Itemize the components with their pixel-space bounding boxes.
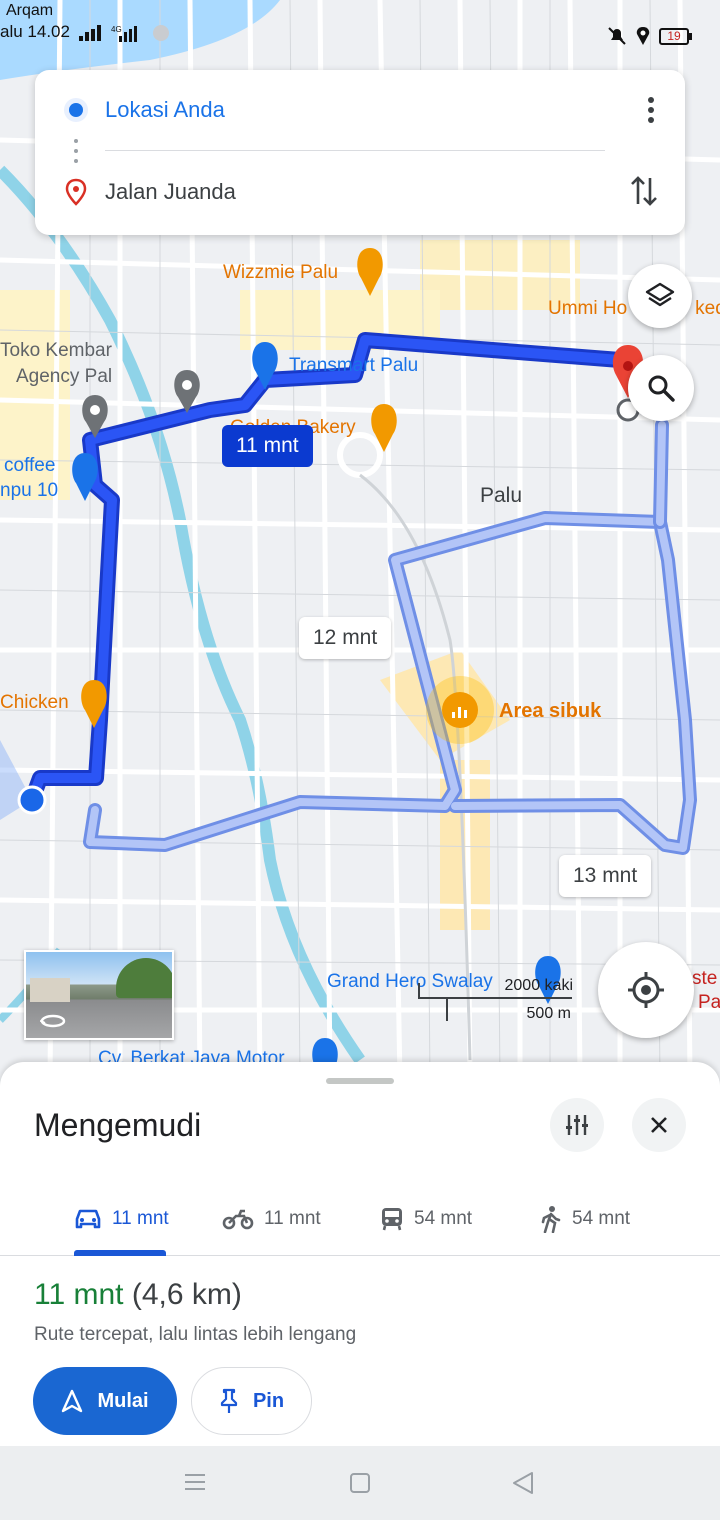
city-label-palu: Palu (480, 484, 523, 507)
more-options-icon[interactable] (647, 96, 655, 124)
travel-mode-tabs: 11 mnt 11 mnt 54 mnt 54 mnt (0, 1182, 720, 1256)
car-icon (75, 1209, 101, 1229)
crosshair-icon (628, 972, 664, 1008)
tab-motorcycle[interactable]: 11 mnt (222, 1182, 321, 1256)
tab-motorcycle-label: 11 mnt (264, 1208, 321, 1229)
home-icon[interactable] (349, 1472, 371, 1494)
destination-row[interactable]: Jalan Juanda (35, 162, 685, 222)
signal-icon (78, 24, 101, 41)
summary-distance: (4,6 km) (131, 1278, 242, 1311)
pin-button[interactable]: Pin (191, 1367, 312, 1435)
menu-icon[interactable] (184, 1472, 206, 1492)
svg-text:4G: 4G (111, 25, 122, 34)
my-location-button[interactable] (598, 942, 694, 1038)
tune-icon (566, 1115, 588, 1135)
battery-icon: 19 (659, 27, 692, 45)
pin-button-label: Pin (252, 1389, 285, 1412)
status-bar: Arqam alu 14.02 4G 19 (0, 0, 720, 70)
close-button[interactable] (632, 1098, 686, 1152)
poi-toko-kembar-line2[interactable]: Agency Pal (16, 366, 112, 388)
poi-transmart[interactable]: Transmart Palu (289, 355, 418, 377)
start-button[interactable]: Mulai (33, 1367, 177, 1435)
route-time-alt-2[interactable]: 13 mnt (559, 855, 652, 897)
navigation-arrow-icon (62, 1389, 83, 1413)
destination-input[interactable]: Jalan Juanda (105, 179, 236, 205)
tab-walking-label: 54 mnt (572, 1208, 631, 1229)
swap-icon[interactable] (629, 174, 659, 208)
pin-icon (220, 1388, 238, 1413)
active-tab-indicator (74, 1250, 166, 1256)
poi-chicken[interactable]: Chicken (0, 692, 69, 714)
map-scale: 2000 kaki 500 m (418, 973, 573, 1023)
search-along-route-button[interactable] (628, 355, 694, 421)
tab-walking[interactable]: 54 mnt (540, 1182, 630, 1256)
start-button-label: Mulai (97, 1389, 149, 1412)
route-options-button[interactable] (550, 1098, 604, 1152)
tab-transit-label: 54 mnt (414, 1208, 473, 1229)
rotate-360-icon (40, 1014, 66, 1028)
summary-description: Rute tercepat, lalu lintas lebih lengang (34, 1324, 357, 1345)
status-carrier: Arqam (6, 2, 54, 19)
poi-npu[interactable]: npu 10 (0, 480, 58, 502)
destination-pin-icon (65, 178, 87, 206)
poi-right-red-2[interactable]: Pa (698, 992, 720, 1014)
poi-right-red-1[interactable]: ste (692, 968, 717, 990)
back-icon[interactable] (512, 1471, 534, 1495)
sync-icon (153, 24, 170, 41)
motorcycle-icon (222, 1209, 254, 1230)
input-divider (105, 150, 605, 151)
sheet-title: Mengemudi (34, 1107, 202, 1143)
battery-level: 19 (659, 27, 689, 45)
poi-coffee[interactable]: coffee (4, 455, 55, 477)
status-right: 19 (607, 26, 692, 46)
walk-icon (541, 1206, 561, 1233)
directions-sheet: Mengemudi 11 mnt 11 mnt 54 mnt 54 mnt 11… (0, 1062, 720, 1446)
status-left: alu 14.02 4G (0, 22, 170, 42)
busy-area-label[interactable]: Area sibuk (499, 700, 601, 723)
4g-signal-icon: 4G (111, 25, 138, 42)
tab-driving[interactable]: 11 mnt (74, 1182, 169, 1256)
location-icon (636, 27, 650, 45)
origin-input[interactable]: Lokasi Anda (105, 97, 225, 123)
mute-icon (608, 27, 626, 45)
layers-button[interactable] (628, 264, 692, 328)
poi-toko-kembar-line1[interactable]: Toko Kembar (0, 340, 112, 362)
street-view-thumbnail[interactable] (24, 950, 174, 1040)
search-icon (648, 375, 675, 402)
scale-metric: 500 m (526, 1005, 571, 1022)
transit-icon (382, 1208, 402, 1231)
status-time: alu 14.02 (0, 22, 70, 41)
route-summary: 11 mnt (4,6 km) (34, 1278, 242, 1312)
route-time-alt-1[interactable]: 12 mnt (299, 617, 392, 659)
origin-dot-icon (64, 98, 88, 122)
directions-card: Lokasi Anda Jalan Juanda (35, 70, 685, 235)
tab-driving-label: 11 mnt (112, 1208, 169, 1229)
close-icon (651, 1117, 667, 1133)
route-time-main[interactable]: 11 mnt (222, 425, 313, 467)
system-nav-bar (0, 1446, 720, 1520)
sheet-drag-handle[interactable] (326, 1078, 394, 1084)
origin-row[interactable]: Lokasi Anda (35, 80, 685, 140)
summary-time: 11 mnt (34, 1278, 124, 1311)
layers-icon (645, 282, 675, 307)
poi-wizzmie[interactable]: Wizzmie Palu (223, 262, 338, 284)
tab-transit[interactable]: 54 mnt (380, 1182, 472, 1256)
scale-imperial: 2000 kaki (504, 977, 574, 994)
poi-ummi-label: Ummi Ho (548, 298, 628, 319)
poi-ummi-tail: ked (695, 298, 720, 319)
